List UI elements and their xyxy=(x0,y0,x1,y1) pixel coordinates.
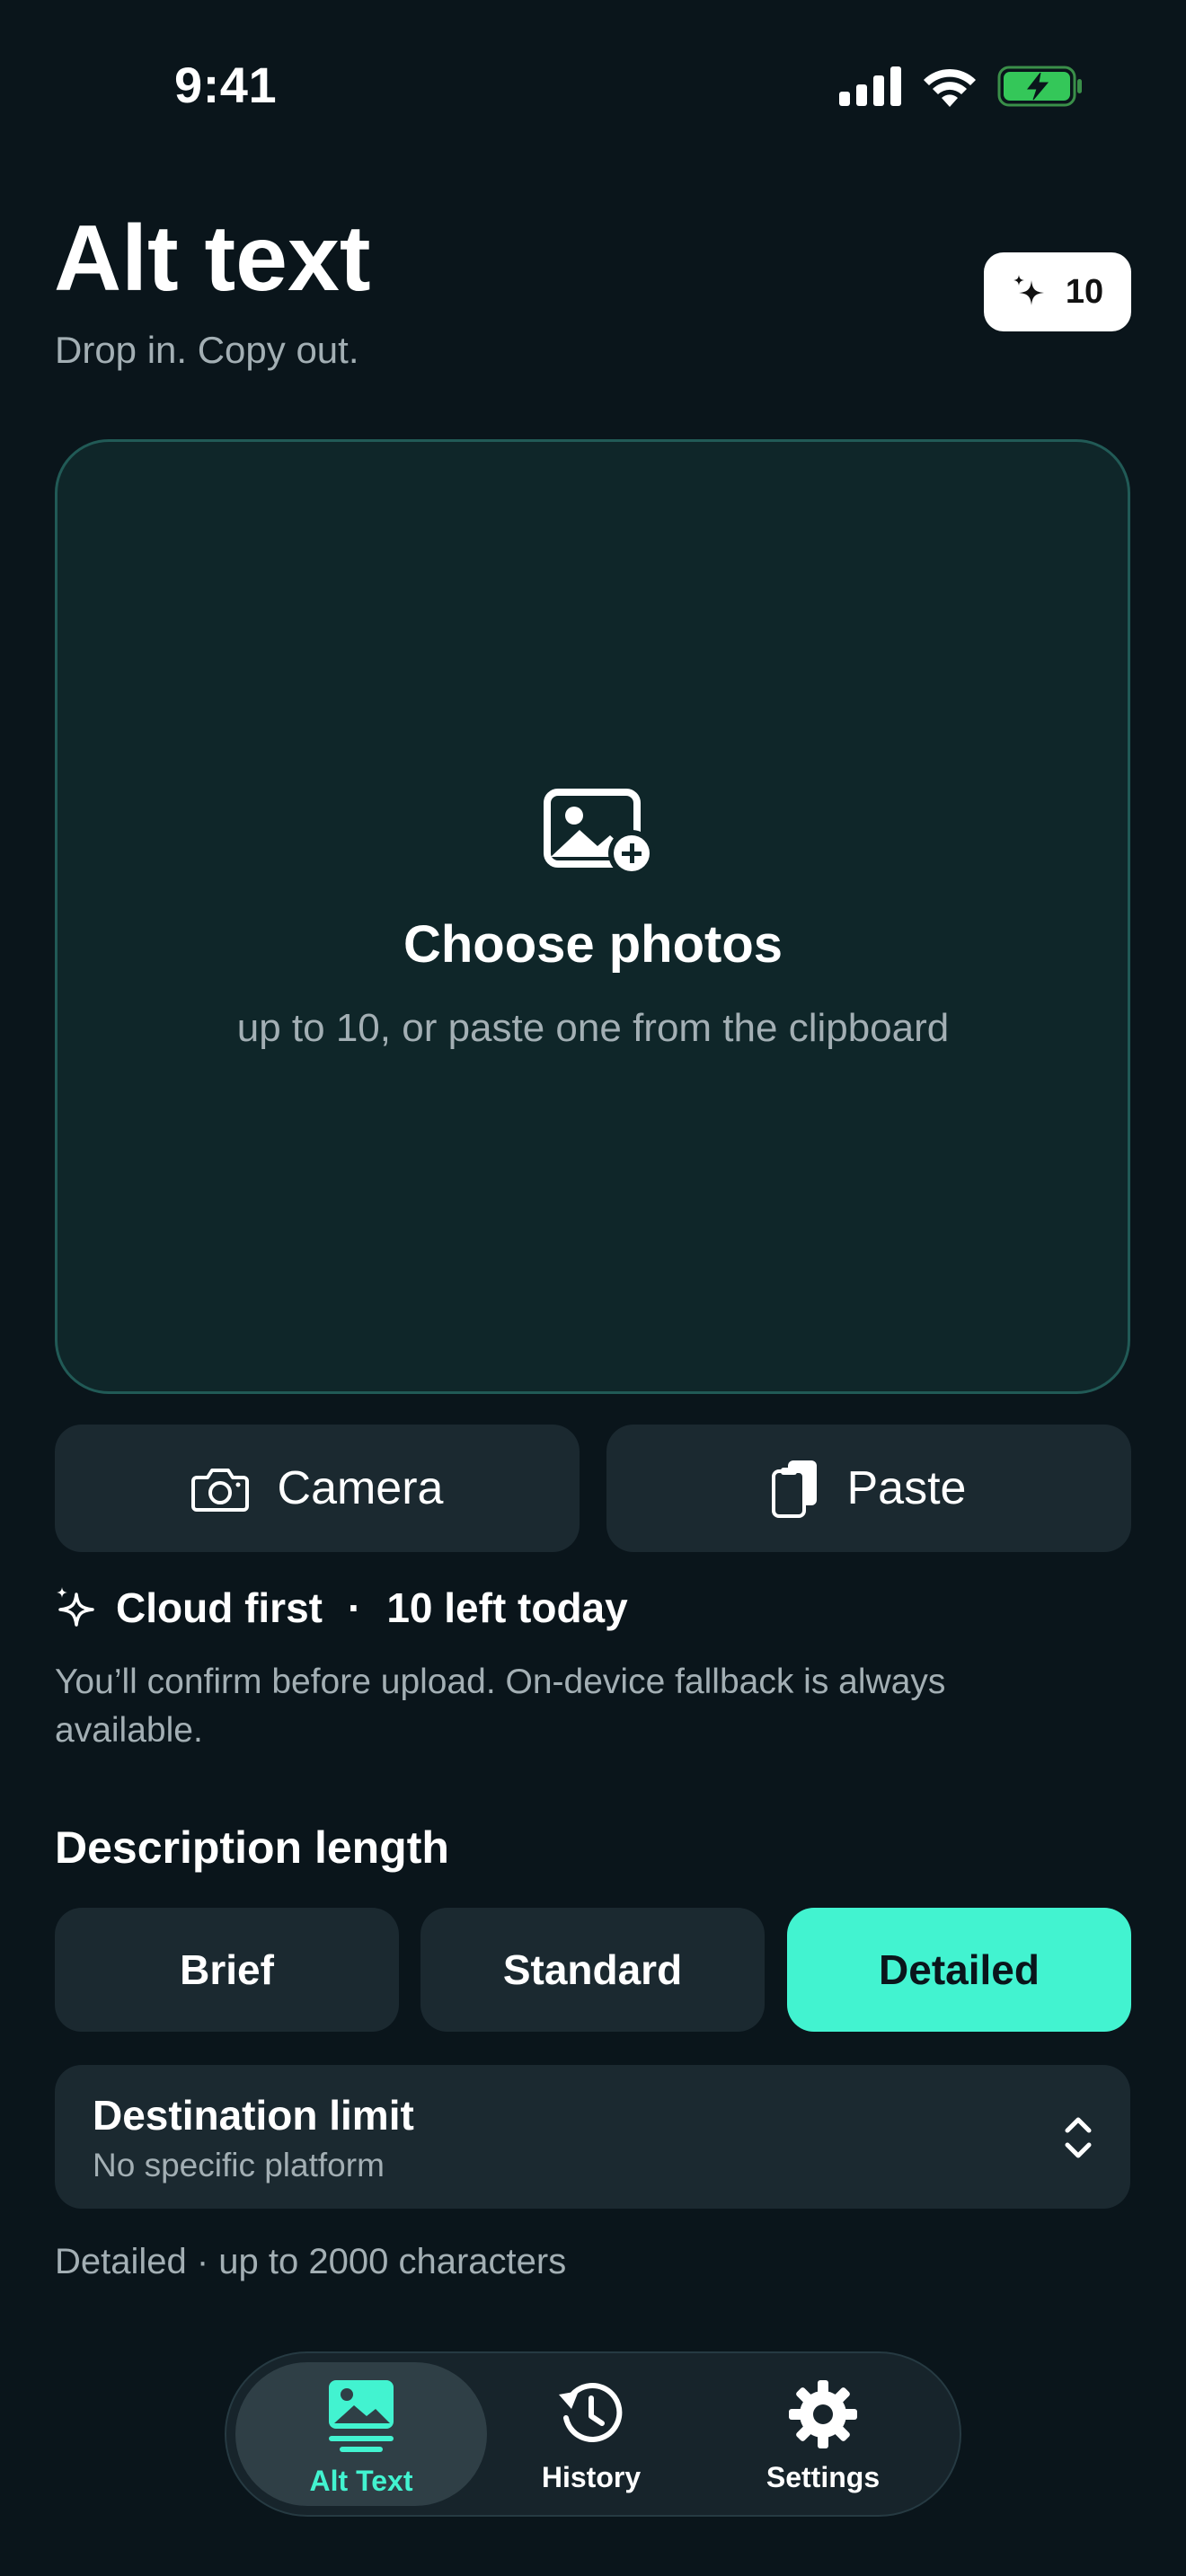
cloud-note: You’ll confirm before upload. On-device … xyxy=(55,1663,946,1750)
cloud-status: Cloud first · 10 left today xyxy=(55,1581,628,1635)
length-option-standard[interactable]: Standard xyxy=(420,1908,765,2032)
destination-limit-title: Destination limit xyxy=(93,2092,414,2139)
length-option-detailed[interactable]: Detailed xyxy=(787,1908,1131,2032)
battery-charging-icon xyxy=(997,66,1082,107)
status-icons xyxy=(839,63,1084,110)
tab-alt-text[interactable]: Alt Text xyxy=(271,2371,451,2506)
tab-history[interactable]: History xyxy=(501,2371,681,2506)
tab-alt-text-label: Alt Text xyxy=(309,2465,413,2497)
tab-settings-label: Settings xyxy=(766,2461,881,2493)
paste-button[interactable]: Paste xyxy=(606,1425,1131,1552)
tab-settings[interactable]: Settings xyxy=(733,2371,913,2506)
camera-icon xyxy=(190,1469,249,1512)
length-summary: Detailed · up to 2000 characters xyxy=(55,2242,567,2281)
credits-count: 10 xyxy=(1065,272,1104,311)
sparkle-icon xyxy=(1013,275,1044,305)
tab-history-label: History xyxy=(541,2461,642,2493)
image-text-icon xyxy=(329,2380,394,2452)
page-title: Alt text xyxy=(54,207,371,311)
destination-limit-value: No specific platform xyxy=(93,2147,385,2183)
description-length-title: Description length xyxy=(55,1822,449,1873)
dropzone-title: Choose photos xyxy=(403,915,783,974)
gear-icon xyxy=(789,2380,857,2448)
credits-badge[interactable]: 10 xyxy=(984,252,1131,331)
paste-button-label: Paste xyxy=(846,1462,967,1514)
signal-icon xyxy=(839,66,901,106)
chevron-up-down-icon xyxy=(1065,2117,1092,2158)
history-icon xyxy=(559,2383,623,2442)
cloud-remaining: 10 left today xyxy=(386,1584,628,1631)
dropzone-subtitle: up to 10, or paste one from the clipboar… xyxy=(236,1006,950,1050)
camera-button-label: Camera xyxy=(277,1462,444,1514)
wifi-icon xyxy=(924,68,976,107)
status-time: 9:41 xyxy=(174,57,278,113)
camera-button[interactable]: Camera xyxy=(55,1425,580,1552)
page-subtitle: Drop in. Copy out. xyxy=(55,329,359,371)
cloud-separator: · xyxy=(347,1584,362,1631)
paste-icon xyxy=(771,1460,817,1518)
sparkle-icon xyxy=(57,1587,94,1627)
photo-add-icon xyxy=(544,789,655,877)
cloud-mode: Cloud first xyxy=(116,1584,323,1631)
length-option-brief[interactable]: Brief xyxy=(55,1908,399,2032)
